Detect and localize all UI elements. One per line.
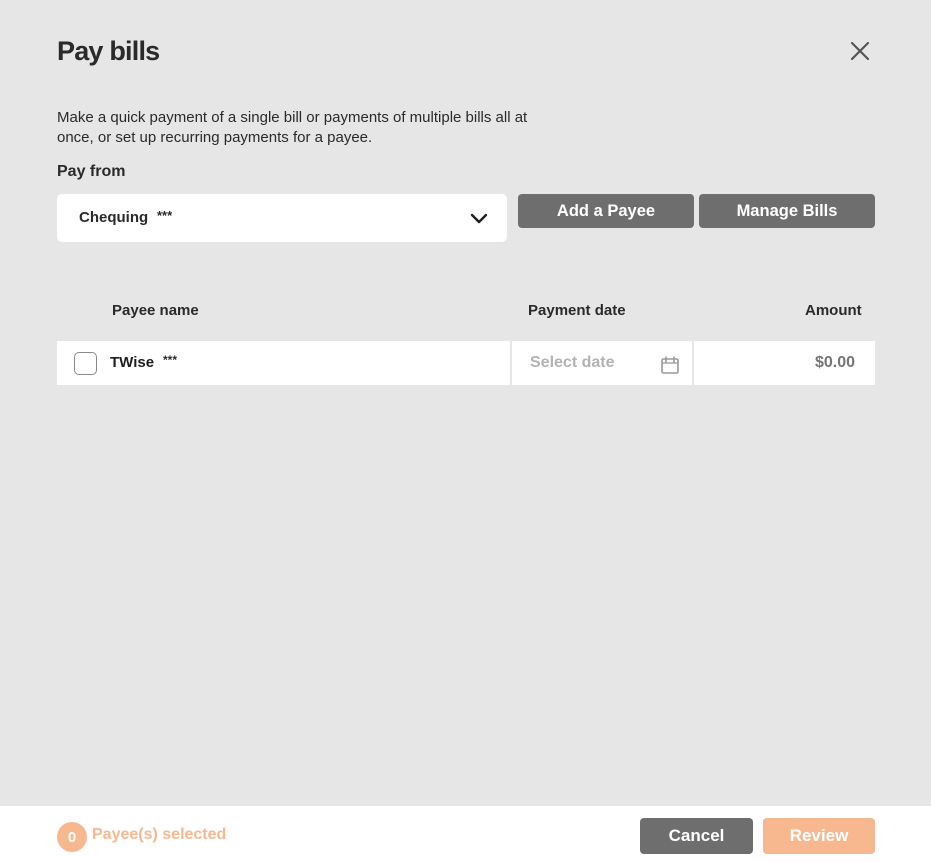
- amount-column-header: Amount: [805, 302, 862, 319]
- payee-checkbox[interactable]: [74, 352, 97, 375]
- payment-date-picker[interactable]: Select date: [512, 341, 692, 385]
- pay-from-account-select[interactable]: Chequing ***: [57, 194, 507, 242]
- date-placeholder: Select date: [530, 354, 615, 371]
- close-button[interactable]: [846, 37, 874, 65]
- dialog-description: Make a quick payment of a single bill or…: [57, 109, 528, 146]
- selected-account-mask: ***: [157, 208, 173, 223]
- selected-count-badge: 0: [57, 822, 87, 852]
- dialog-footer: 0 Payee(s) selected Cancel Review: [0, 806, 931, 862]
- payee-name-column-header: Payee name: [112, 302, 199, 319]
- review-button[interactable]: Review: [763, 818, 875, 854]
- manage-bills-button[interactable]: Manage Bills: [699, 194, 875, 228]
- add-payee-button[interactable]: Add a Payee: [518, 194, 694, 228]
- payee-account-mask: ***: [163, 353, 178, 367]
- close-icon: [850, 41, 870, 61]
- selected-account-name: Chequing: [79, 209, 149, 226]
- dialog-title: Pay bills: [57, 36, 160, 66]
- payee-name: TWise: [110, 354, 155, 371]
- pay-from-label: Pay from: [57, 163, 126, 180]
- amount-cell: [694, 341, 875, 385]
- chevron-down-icon: [470, 213, 488, 224]
- cancel-button[interactable]: Cancel: [640, 818, 753, 854]
- table-row: TWise *** Select date: [57, 341, 875, 385]
- amount-input[interactable]: [735, 354, 855, 372]
- selected-payees-label: Payee(s) selected: [92, 826, 227, 843]
- payment-date-column-header: Payment date: [528, 302, 626, 319]
- calendar-icon: [661, 356, 679, 374]
- payee-cell: TWise ***: [57, 341, 510, 385]
- pay-bills-dialog: Pay bills Make a quick payment of a sing…: [0, 0, 931, 862]
